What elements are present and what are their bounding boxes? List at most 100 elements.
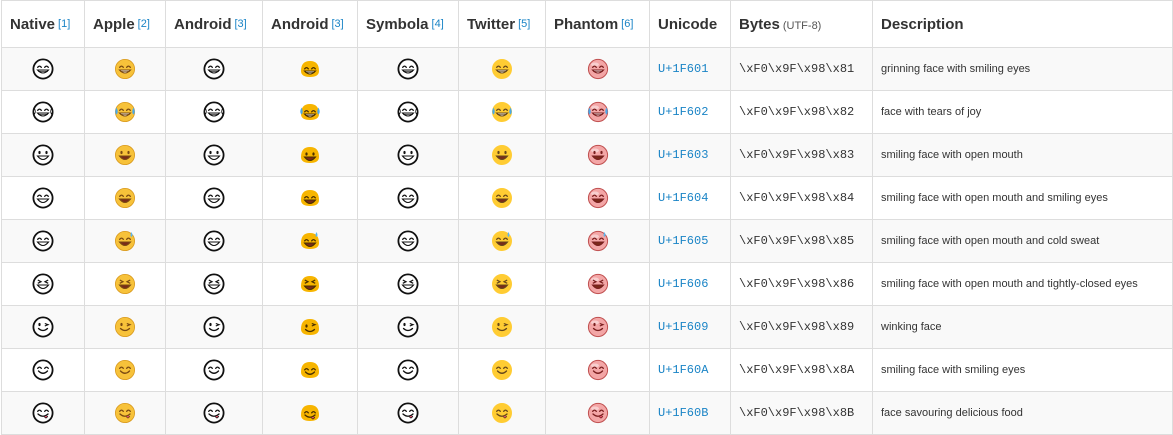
android-winking-face-icon: [202, 316, 226, 338]
android-smiling-face-with-smiling-eyes-icon: [202, 359, 226, 381]
android-emoji-cell: [165, 133, 263, 177]
twitter-smiling-face-closed-eyes-icon: [490, 273, 514, 295]
phantom-emoji-cell: [545, 133, 650, 177]
twitter-smiling-face-with-smiling-eyes-icon: [490, 359, 514, 381]
twitter-smiling-face-cold-sweat-icon: [490, 230, 514, 252]
utf8-bytes: \xF0\x9F\x98\x85: [730, 219, 873, 263]
header-phantom: Phantom [6]: [545, 0, 650, 48]
android-face-savouring-food-icon: [202, 402, 226, 424]
symbola-emoji-cell: [357, 47, 459, 91]
android-2-grinning-face-with-smiling-eyes-icon: [298, 61, 322, 77]
native-emoji-cell: [1, 305, 85, 349]
apple-smiling-face-open-mouth-smiling-eyes-icon: [113, 187, 137, 209]
apple-smiling-face-cold-sweat-icon: [113, 230, 137, 252]
twitter-emoji-cell: [458, 391, 546, 435]
unicode-link[interactable]: U+1F603: [649, 133, 731, 177]
unicode-link[interactable]: U+1F605: [649, 219, 731, 263]
android-2-emoji-cell: [262, 391, 358, 435]
utf8-bytes: \xF0\x9F\x98\x83: [730, 133, 873, 177]
apple-emoji-cell: [84, 90, 166, 134]
apple-emoji-cell: [84, 305, 166, 349]
twitter-smiling-face-open-mouth-smiling-eyes-icon: [490, 187, 514, 209]
phantom-emoji-cell: [545, 90, 650, 134]
apple-emoji-cell: [84, 348, 166, 392]
utf8-bytes: \xF0\x9F\x98\x89: [730, 305, 873, 349]
android-2-emoji-cell: [262, 47, 358, 91]
unicode-link[interactable]: U+1F60B: [649, 391, 731, 435]
ref-link[interactable]: [3]: [332, 18, 344, 30]
symbola-smiling-face-cold-sweat-icon: [396, 230, 420, 252]
utf8-bytes: \xF0\x9F\x98\x82: [730, 90, 873, 134]
ref-link[interactable]: [6]: [621, 18, 633, 30]
twitter-emoji-cell: [458, 262, 546, 306]
table-row: U+1F602 \xF0\x9F\x98\x82 face with tears o…: [1, 90, 1173, 134]
phantom-emoji-cell: [545, 262, 650, 306]
table-row: U+1F605 \xF0\x9F\x98\x85 smiling face with…: [1, 219, 1173, 263]
native-smiling-face-open-mouth-smiling-eyes-icon: [31, 187, 55, 209]
twitter-emoji-cell: [458, 219, 546, 263]
utf8-bytes: \xF0\x9F\x98\x8B: [730, 391, 873, 435]
android-grinning-face-with-smiling-eyes-icon: [202, 58, 226, 80]
twitter-grinning-face-with-smiling-eyes-icon: [490, 58, 514, 80]
android-emoji-cell: [165, 348, 263, 392]
apple-face-with-tears-of-joy-icon: [113, 101, 137, 123]
android-2-emoji-cell: [262, 176, 358, 220]
android-2-smiling-face-with-open-mouth-icon: [298, 147, 322, 163]
apple-face-savouring-food-icon: [113, 402, 137, 424]
unicode-link[interactable]: U+1F601: [649, 47, 731, 91]
header-symbola: Symbola [4]: [357, 0, 459, 48]
header-apple: Apple [2]: [84, 0, 166, 48]
phantom-smiling-face-open-mouth-smiling-eyes-icon: [586, 187, 610, 209]
android-smiling-face-closed-eyes-icon: [202, 273, 226, 295]
ref-link[interactable]: [4]: [432, 18, 444, 30]
phantom-winking-face-icon: [586, 316, 610, 338]
emoji-description: grinning face with smiling eyes: [872, 47, 1173, 91]
native-grinning-face-with-smiling-eyes-icon: [31, 58, 55, 80]
emoji-description: winking face: [872, 305, 1173, 349]
emoji-table: Native [1] Apple [2] Android [3] Android [3]…: [1, 0, 1173, 435]
unicode-link[interactable]: U+1F606: [649, 262, 731, 306]
unicode-link[interactable]: U+1F60A: [649, 348, 731, 392]
ref-link[interactable]: [5]: [518, 18, 530, 30]
native-face-with-tears-of-joy-icon: [31, 101, 55, 123]
utf8-bytes: \xF0\x9F\x98\x8A: [730, 348, 873, 392]
native-emoji-cell: [1, 219, 85, 263]
symbola-emoji-cell: [357, 305, 459, 349]
ref-link[interactable]: [1]: [58, 18, 70, 30]
android-emoji-cell: [165, 262, 263, 306]
emoji-description: face savouring delicious food: [872, 391, 1173, 435]
emoji-description: smiling face with open mouth and smiling…: [872, 176, 1173, 220]
header-unicode: Unicode: [649, 0, 731, 48]
android-2-face-with-tears-of-joy-icon: [298, 104, 322, 120]
unicode-link[interactable]: U+1F602: [649, 90, 731, 134]
table-row: U+1F604 \xF0\x9F\x98\x84 smiling face with…: [1, 176, 1173, 220]
twitter-emoji-cell: [458, 90, 546, 134]
symbola-emoji-cell: [357, 176, 459, 220]
twitter-face-with-tears-of-joy-icon: [490, 101, 514, 123]
ref-link[interactable]: [2]: [138, 18, 150, 30]
unicode-link[interactable]: U+1F604: [649, 176, 731, 220]
native-emoji-cell: [1, 90, 85, 134]
android-2-emoji-cell: [262, 133, 358, 177]
symbola-emoji-cell: [357, 348, 459, 392]
symbola-winking-face-icon: [396, 316, 420, 338]
native-smiling-face-with-open-mouth-icon: [31, 144, 55, 166]
header-android-2: Android [3]: [262, 0, 358, 48]
table-row: U+1F603 \xF0\x9F\x98\x83 smiling face with…: [1, 133, 1173, 177]
emoji-description: smiling face with open mouth and cold sw…: [872, 219, 1173, 263]
ref-link[interactable]: [3]: [235, 18, 247, 30]
apple-smiling-face-with-open-mouth-icon: [113, 144, 137, 166]
android-2-smiling-face-open-mouth-smiling-eyes-icon: [298, 190, 322, 206]
symbola-emoji-cell: [357, 219, 459, 263]
twitter-smiling-face-with-open-mouth-icon: [490, 144, 514, 166]
phantom-smiling-face-with-smiling-eyes-icon: [586, 359, 610, 381]
header-native: Native [1]: [1, 0, 85, 48]
unicode-link[interactable]: U+1F609: [649, 305, 731, 349]
header-twitter: Twitter [5]: [458, 0, 546, 48]
twitter-emoji-cell: [458, 348, 546, 392]
utf8-bytes: \xF0\x9F\x98\x81: [730, 47, 873, 91]
apple-emoji-cell: [84, 262, 166, 306]
native-smiling-face-with-smiling-eyes-icon: [31, 359, 55, 381]
phantom-face-savouring-food-icon: [586, 402, 610, 424]
utf8-bytes: \xF0\x9F\x98\x84: [730, 176, 873, 220]
